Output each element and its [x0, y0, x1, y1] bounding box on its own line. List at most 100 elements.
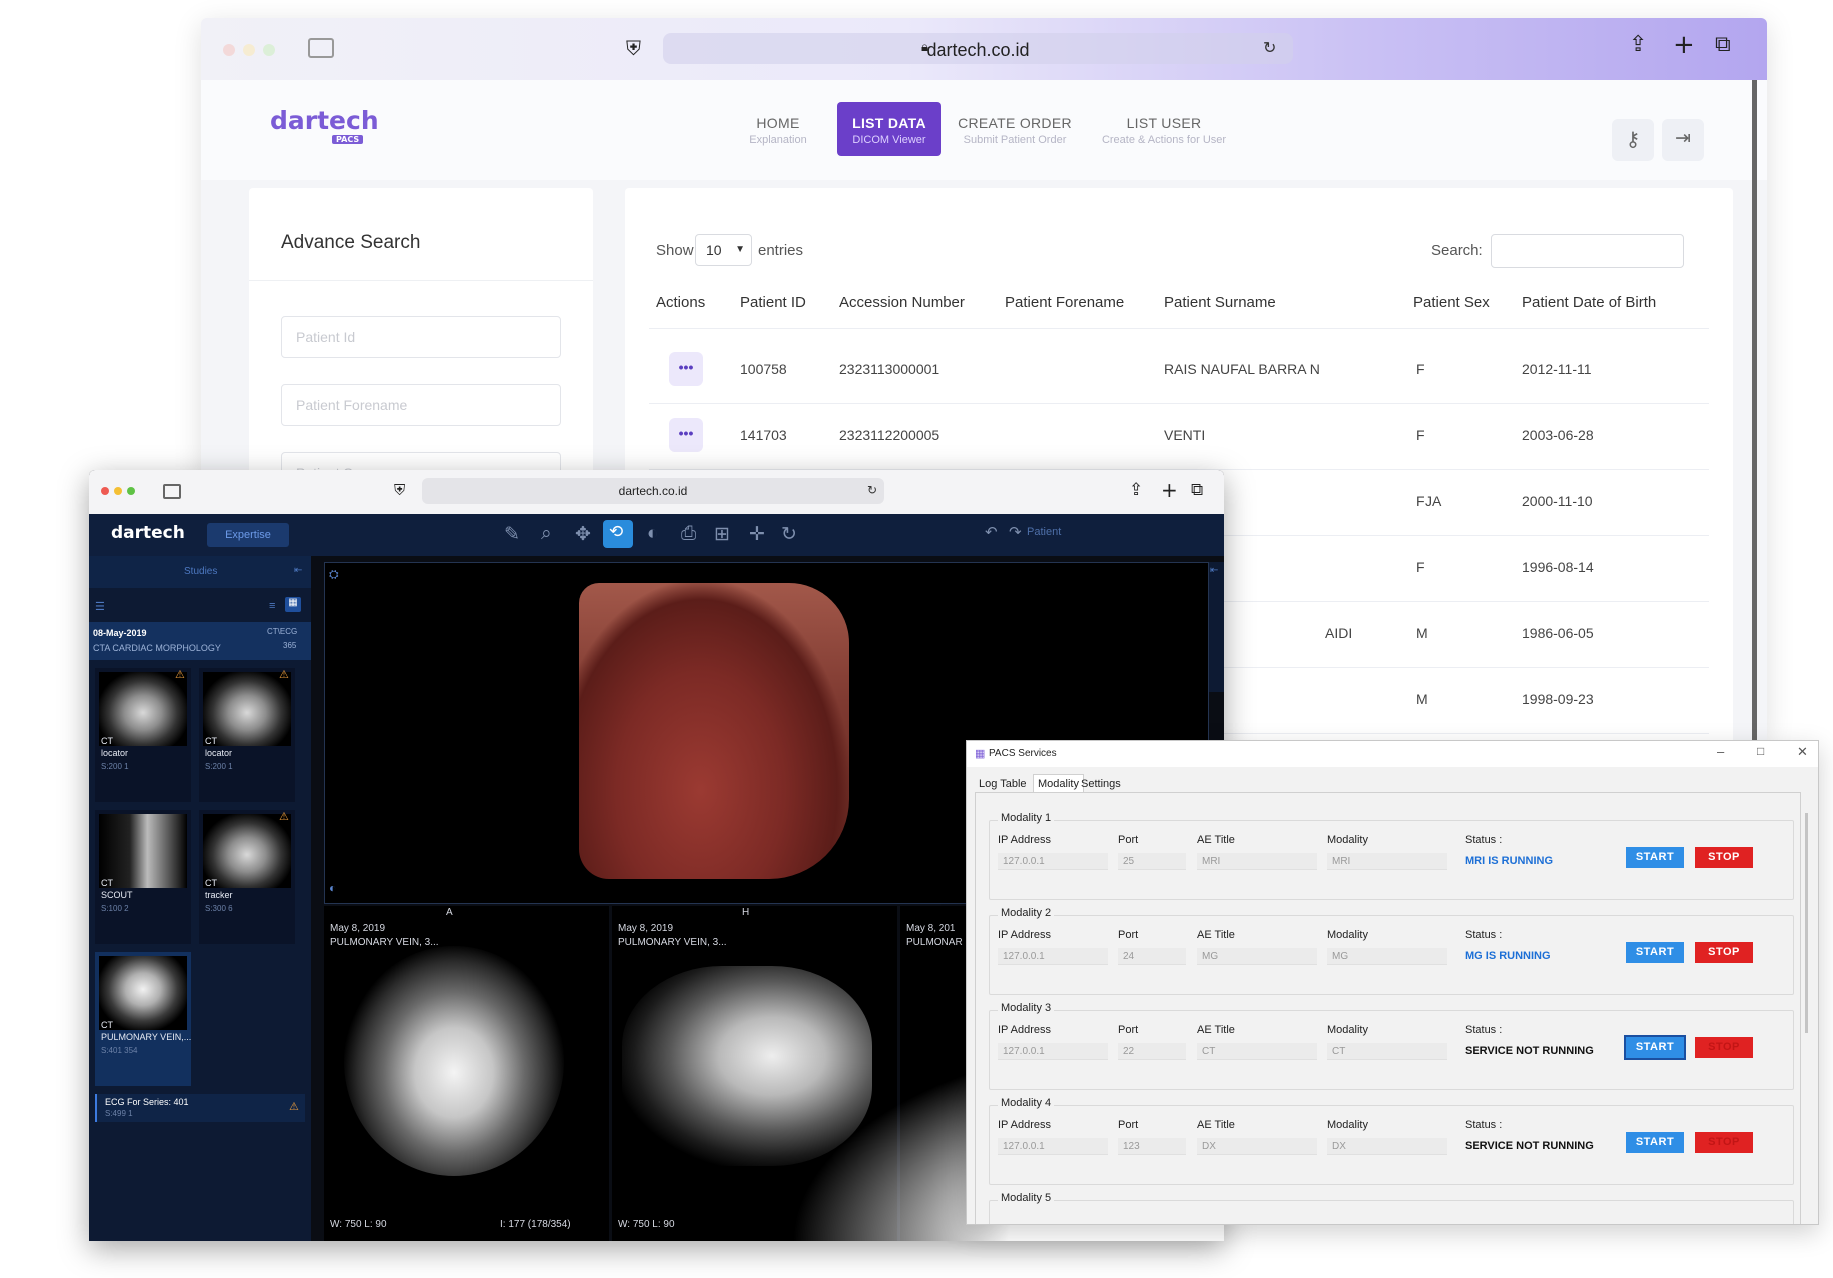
column-accession-number[interactable]: Accession Number	[839, 294, 965, 311]
series-thumbnail[interactable]: ⚠ CT locator S:200 1	[95, 668, 191, 802]
modality-field[interactable]: MRI	[1327, 853, 1447, 870]
tabs-overview-icon[interactable]: ⧉	[1191, 482, 1203, 499]
table-row[interactable]: ••• 100758 2323113000001 RAIS NAUFAL BAR…	[625, 346, 1733, 412]
viewport-axial[interactable]: A May 8, 2019 PULMONARY VEIN, 3... W: 75…	[324, 906, 609, 1241]
start-button[interactable]: START	[1624, 1035, 1686, 1060]
stop-button[interactable]: STOP	[1695, 847, 1753, 868]
tab-settings[interactable]: Settings	[1081, 778, 1121, 790]
contrast-toggle-icon[interactable]: ◐	[329, 881, 336, 895]
modality-field[interactable]: MG	[1327, 948, 1447, 965]
modality-field[interactable]: DX	[1327, 1138, 1447, 1155]
column-patient-id[interactable]: Patient ID	[740, 294, 806, 311]
redo-icon[interactable]: ↷	[1009, 523, 1022, 541]
scrollbar[interactable]	[1752, 80, 1757, 740]
ip-field[interactable]: 127.0.0.1	[998, 1138, 1108, 1155]
expertise-button[interactable]: Expertise	[207, 523, 289, 547]
logout-button[interactable]: ⇥	[1662, 119, 1704, 161]
dartech-logo[interactable]: dartech PACS	[270, 106, 379, 144]
nav-home[interactable]: HOME Explanation	[732, 102, 824, 156]
list-view-icon[interactable]: ≡	[269, 600, 275, 612]
series-thumbnail[interactable]: ⚠ CT tracker S:300 6	[199, 810, 295, 944]
new-tab-icon[interactable]: +	[1673, 32, 1695, 58]
stop-button[interactable]: STOP	[1695, 1037, 1753, 1058]
maximize-window-dot[interactable]	[263, 44, 275, 56]
column-patient-surname[interactable]: Patient Surname	[1164, 294, 1276, 311]
nav-list-user[interactable]: LIST USER Create & Actions for User	[1087, 102, 1241, 156]
measure-icon[interactable]: ✎	[504, 523, 520, 546]
column-actions[interactable]: Actions	[656, 294, 705, 311]
study-card[interactable]: 08-May-2019 CT\ECG CTA CARDIAC MORPHOLOG…	[89, 622, 311, 660]
stop-button[interactable]: STOP	[1695, 942, 1753, 963]
scrollbar[interactable]	[1805, 813, 1808, 1033]
share-icon[interactable]: ⇪	[1129, 482, 1143, 499]
start-button[interactable]: START	[1626, 1132, 1684, 1153]
ae-title-field[interactable]: MRI	[1197, 853, 1317, 870]
minimize-window-dot[interactable]	[243, 44, 255, 56]
stop-button[interactable]: STOP	[1695, 1132, 1753, 1153]
port-field[interactable]: 123	[1118, 1138, 1186, 1155]
reset-icon[interactable]: ↻	[781, 523, 797, 546]
table-row[interactable]: ••• 141703 2323112200005 VENTI F 2003-06…	[625, 412, 1733, 478]
address-bar[interactable]: dartech.co.id ↻	[422, 478, 884, 504]
nav-list-data[interactable]: LIST DATA DICOM Viewer	[837, 102, 941, 156]
reload-icon[interactable]: ↻	[1263, 40, 1276, 56]
ecg-series-item[interactable]: ECG For Series: 401 S:499 1 ⚠	[95, 1094, 305, 1122]
contrast-icon[interactable]: ◐	[647, 523, 658, 545]
ae-title-field[interactable]: MG	[1197, 948, 1317, 965]
close-window-dot[interactable]	[223, 44, 235, 56]
layers-icon[interactable]: ⛭	[329, 567, 339, 582]
minimize-icon[interactable]: –	[1717, 744, 1724, 759]
ae-title-field[interactable]: DX	[1197, 1138, 1317, 1155]
patient-forename-input[interactable]: Patient Forename	[281, 384, 561, 426]
shield-icon[interactable]: ⛨	[626, 38, 641, 58]
start-button[interactable]: START	[1626, 847, 1684, 868]
shield-icon[interactable]: ⛨	[394, 483, 405, 498]
viewer-logo[interactable]: dartech	[111, 523, 185, 543]
undo-icon[interactable]: ↶	[985, 523, 998, 541]
crosshair-icon[interactable]: ✛	[749, 523, 765, 546]
patient-button[interactable]: Patient	[1027, 526, 1061, 538]
filter-icon[interactable]: ☰	[95, 600, 105, 613]
tab-log-table[interactable]: Log Table	[979, 778, 1027, 790]
column-patient-forename[interactable]: Patient Forename	[1005, 294, 1124, 311]
pan-icon[interactable]: ✥	[575, 523, 591, 546]
sidebar-toggle-icon[interactable]	[163, 484, 181, 499]
series-thumbnail[interactable]: CT SCOUT S:100 2	[95, 810, 191, 944]
tab-modality[interactable]: Modality	[1033, 774, 1084, 793]
ip-field[interactable]: 127.0.0.1	[998, 948, 1108, 965]
share-icon[interactable]: ⇪	[1629, 34, 1647, 56]
row-actions-button[interactable]: •••	[669, 352, 703, 386]
search-input[interactable]	[1491, 234, 1684, 268]
new-tab-icon[interactable]: +	[1161, 480, 1178, 500]
rotate-3d-active-tool[interactable]: ⟲	[603, 520, 633, 548]
nav-create-order[interactable]: CREATE ORDER Submit Patient Order	[951, 102, 1079, 156]
ip-field[interactable]: 127.0.0.1	[998, 1043, 1108, 1060]
ip-field[interactable]: 127.0.0.1	[998, 853, 1108, 870]
column-patient-dob[interactable]: Patient Date of Birth	[1522, 294, 1656, 311]
maximize-window-dot[interactable]	[127, 487, 135, 495]
port-field[interactable]: 22	[1118, 1043, 1186, 1060]
key-button[interactable]: ⚷	[1612, 119, 1654, 161]
sidebar-toggle-icon[interactable]	[308, 38, 334, 58]
close-window-dot[interactable]	[101, 487, 109, 495]
port-field[interactable]: 25	[1118, 853, 1186, 870]
start-button[interactable]: START	[1626, 942, 1684, 963]
port-field[interactable]: 24	[1118, 948, 1186, 965]
series-thumbnail-selected[interactable]: CT PULMONARY VEIN,... S:401 354	[95, 952, 191, 1086]
address-bar[interactable]: dartech.co.id 🔒︎ ↻	[663, 33, 1293, 64]
collapse-icon[interactable]: ⇤	[294, 565, 302, 576]
modality-field[interactable]: CT	[1327, 1043, 1447, 1060]
patient-id-input[interactable]: Patient Id	[281, 316, 561, 358]
entries-select[interactable]: 10 ▼	[695, 234, 752, 266]
column-patient-sex[interactable]: Patient Sex	[1413, 294, 1490, 311]
close-icon[interactable]: ✕	[1797, 744, 1808, 760]
camera-icon[interactable]: ⎙	[681, 523, 696, 545]
layout-icon[interactable]: ⊞	[714, 523, 730, 546]
grid-view-icon[interactable]: ▦	[285, 597, 301, 612]
row-actions-button[interactable]: •••	[669, 418, 703, 452]
series-thumbnail[interactable]: ⚠ CT locator S:200 1	[199, 668, 295, 802]
zoom-icon[interactable]: ⌕	[541, 523, 552, 545]
right-panel-toggle[interactable]: ⇤	[1209, 562, 1224, 692]
ae-title-field[interactable]: CT	[1197, 1043, 1317, 1060]
tabs-overview-icon[interactable]: ⧉	[1715, 34, 1731, 56]
